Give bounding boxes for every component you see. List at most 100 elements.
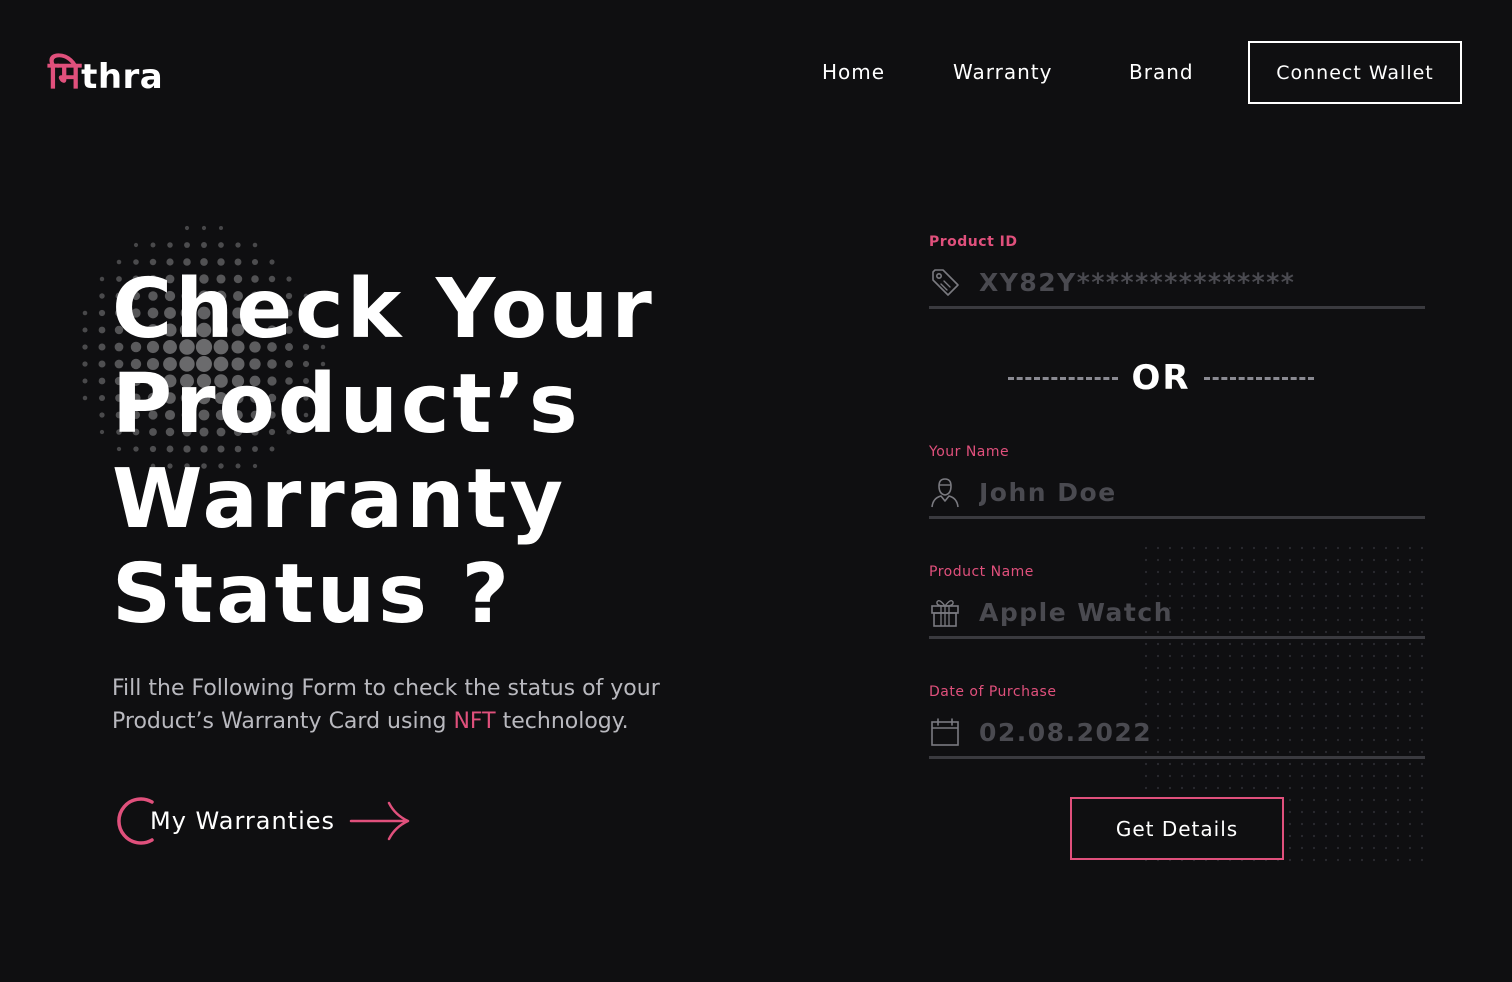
grid-dot xyxy=(1228,558,1232,562)
grid-dot xyxy=(1324,558,1328,562)
nav-home-link[interactable]: Home xyxy=(822,60,885,84)
product-name-input[interactable] xyxy=(979,592,1425,632)
grid-dot xyxy=(1348,774,1352,778)
date-of-purchase-row xyxy=(929,708,1425,759)
grid-dot xyxy=(1264,774,1268,778)
grid-dot xyxy=(1396,558,1400,562)
grid-dot xyxy=(1348,846,1352,850)
grid-dot xyxy=(1252,762,1256,766)
grid-dot xyxy=(1168,678,1172,682)
grid-dot xyxy=(1348,546,1352,550)
grid-dot xyxy=(1252,774,1256,778)
grid-dot xyxy=(1276,546,1280,550)
grid-dot xyxy=(1408,786,1412,790)
grid-dot xyxy=(1420,678,1424,682)
grid-dot xyxy=(1276,678,1280,682)
grid-dot xyxy=(1324,846,1328,850)
grid-dot xyxy=(1156,546,1160,550)
grid-dot xyxy=(1264,786,1268,790)
grid-dot xyxy=(1420,546,1424,550)
date-of-purchase-input[interactable] xyxy=(979,712,1425,752)
product-id-input[interactable] xyxy=(979,262,1425,302)
grid-dot xyxy=(1288,822,1292,826)
grid-dot xyxy=(1204,786,1208,790)
grid-dot xyxy=(1204,546,1208,550)
connect-wallet-button[interactable]: Connect Wallet xyxy=(1248,41,1462,104)
get-details-button[interactable]: Get Details xyxy=(1070,797,1284,860)
arrow-right-icon xyxy=(349,801,410,841)
grid-dot xyxy=(1408,834,1412,838)
date-of-purchase-label: Date of Purchase xyxy=(929,684,1057,700)
grid-dot xyxy=(1324,786,1328,790)
product-name-label: Product Name xyxy=(929,564,1034,580)
grid-dot xyxy=(1204,762,1208,766)
grid-dot xyxy=(1240,558,1244,562)
grid-dot xyxy=(1420,810,1424,814)
grid-dot xyxy=(1384,834,1388,838)
grid-dot xyxy=(1384,846,1388,850)
dashed-line-right xyxy=(1204,376,1314,380)
grid-dot xyxy=(1228,786,1232,790)
grid-dot xyxy=(1336,822,1340,826)
grid-dot xyxy=(1360,678,1364,682)
grid-dot xyxy=(1300,786,1304,790)
grid-dot xyxy=(1180,774,1184,778)
brand-logo[interactable]: मि thra xyxy=(48,44,163,94)
grid-dot xyxy=(1372,858,1376,862)
grid-dot xyxy=(1288,762,1292,766)
grid-dot xyxy=(1216,558,1220,562)
grid-dot xyxy=(1288,798,1292,802)
grid-dot xyxy=(1180,762,1184,766)
grid-dot xyxy=(1300,642,1304,646)
grid-dot xyxy=(1360,546,1364,550)
nft-highlight: NFT xyxy=(453,709,496,734)
grid-dot xyxy=(1336,798,1340,802)
grid-dot xyxy=(1252,786,1256,790)
grid-dot xyxy=(1348,786,1352,790)
grid-dot xyxy=(1252,558,1256,562)
halftone-dot xyxy=(252,242,258,248)
nav-brand-link[interactable]: Brand xyxy=(1129,60,1194,84)
grid-dot xyxy=(1300,678,1304,682)
grid-dot xyxy=(1156,786,1160,790)
grid-dot xyxy=(1396,546,1400,550)
grid-dot xyxy=(1252,666,1256,670)
grid-dot xyxy=(1240,774,1244,778)
grid-dot xyxy=(1264,642,1268,646)
grid-dot xyxy=(1264,678,1268,682)
grid-dot xyxy=(1312,678,1316,682)
grid-dot xyxy=(1336,666,1340,670)
halftone-dot xyxy=(82,327,88,333)
grid-dot xyxy=(1360,822,1364,826)
grid-dot xyxy=(1336,834,1340,838)
grid-dot xyxy=(1180,654,1184,658)
grid-dot xyxy=(1252,642,1256,646)
grid-dot xyxy=(1372,822,1376,826)
grid-dot xyxy=(1408,798,1412,802)
grid-dot xyxy=(1384,666,1388,670)
grid-dot xyxy=(1420,654,1424,658)
my-warranties-link[interactable]: My Warranties xyxy=(108,794,411,848)
grid-dot xyxy=(1288,786,1292,790)
grid-dot xyxy=(1180,678,1184,682)
grid-dot xyxy=(1288,642,1292,646)
grid-dot xyxy=(1300,558,1304,562)
grid-dot xyxy=(1300,546,1304,550)
your-name-input[interactable] xyxy=(979,472,1425,512)
grid-dot xyxy=(1420,666,1424,670)
nav-warranty-link[interactable]: Warranty xyxy=(953,60,1052,84)
grid-dot xyxy=(1408,858,1412,862)
grid-dot xyxy=(1336,654,1340,658)
grid-dot xyxy=(1324,798,1328,802)
grid-dot xyxy=(1348,822,1352,826)
grid-dot xyxy=(1288,678,1292,682)
grid-dot xyxy=(1408,774,1412,778)
hero-title-line: Product’s xyxy=(112,357,581,452)
grid-dot xyxy=(1360,786,1364,790)
grid-dot xyxy=(1300,798,1304,802)
halftone-dot xyxy=(82,378,88,384)
grid-dot xyxy=(1216,666,1220,670)
grid-dot xyxy=(1300,762,1304,766)
grid-dot xyxy=(1312,666,1316,670)
grid-dot xyxy=(1420,798,1424,802)
